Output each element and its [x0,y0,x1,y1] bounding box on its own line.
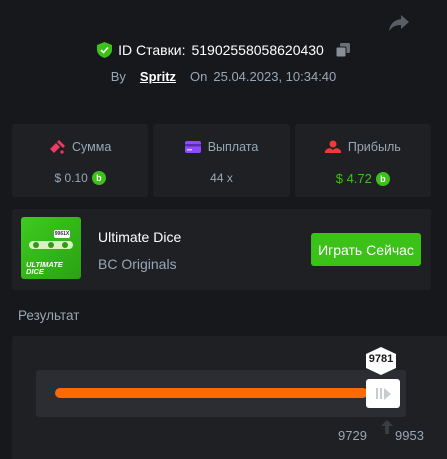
by-label: By [110,69,126,84]
stat-profit-value: $ 4.72 [335,171,372,186]
bet-date: 25.04.2023, 10:34:40 [213,69,337,84]
stat-profit: Прибыль $ 4.72 b [294,124,431,197]
roll-value: 9781 [368,353,394,365]
thumb-label-line-2: DICE [26,267,44,276]
result-title: Результат [18,308,80,323]
bet-id-label: ID Ставки: [118,42,186,58]
bet-id-row: ID Ставки: 51902558058620430 [0,42,447,58]
stat-payout: Выплата 44 x [153,124,290,197]
result-slider-handle[interactable] [366,379,400,408]
thumb-dot [48,242,54,248]
drag-handle-icon [375,387,391,400]
game-thumbnail[interactable]: 9961X ULTIMATE DICE [21,217,81,279]
copy-icon[interactable] [335,43,350,57]
share-icon [389,15,409,31]
bet-amount-icon [50,140,66,154]
game-title: Ultimate Dice [98,229,182,245]
play-now-button[interactable]: Играть Сейчас [311,233,421,266]
on-label: On [190,69,208,84]
profit-icon [324,140,341,153]
roll-marker: 9781 [362,346,400,376]
bet-id-value: 51902558058620430 [191,42,324,58]
user-link[interactable]: Spritz [140,69,176,84]
stat-payout-label: Выплата [207,140,259,154]
thumb-label: ULTIMATE DICE [26,261,63,276]
bcd-coin-icon: b [91,171,106,185]
range-low-value: 9729 [338,428,367,443]
bet-stats: Сумма $ 0.10 b Выплата 44 x Прибыль $ 4.… [12,124,431,197]
range-pointer-icon [381,420,393,434]
thumb-badge: 9961X [54,230,70,238]
bet-meta: By Spritz On 25.04.2023, 10:34:40 [0,69,447,84]
result-slider-fill [55,388,368,398]
share-button[interactable] [387,13,411,33]
bcd-coin-icon: b [375,171,390,186]
result-panel: 9781 9729 9953 [12,336,447,459]
thumb-dot [33,242,39,248]
stat-payout-value: 44 x [210,171,233,185]
stat-amount: Сумма $ 0.10 b [12,124,149,197]
verified-shield-icon [97,42,113,58]
stat-amount-label: Сумма [72,140,112,154]
game-card: 9961X ULTIMATE DICE Ultimate Dice BC Ori… [12,209,431,290]
thumb-dot [62,242,68,248]
game-provider: BC Originals [98,256,177,272]
range-high-value: 9953 [395,428,424,443]
payout-icon [184,141,201,153]
stat-profit-label: Прибыль [347,140,401,154]
stat-amount-value: $ 0.10 [54,171,88,185]
